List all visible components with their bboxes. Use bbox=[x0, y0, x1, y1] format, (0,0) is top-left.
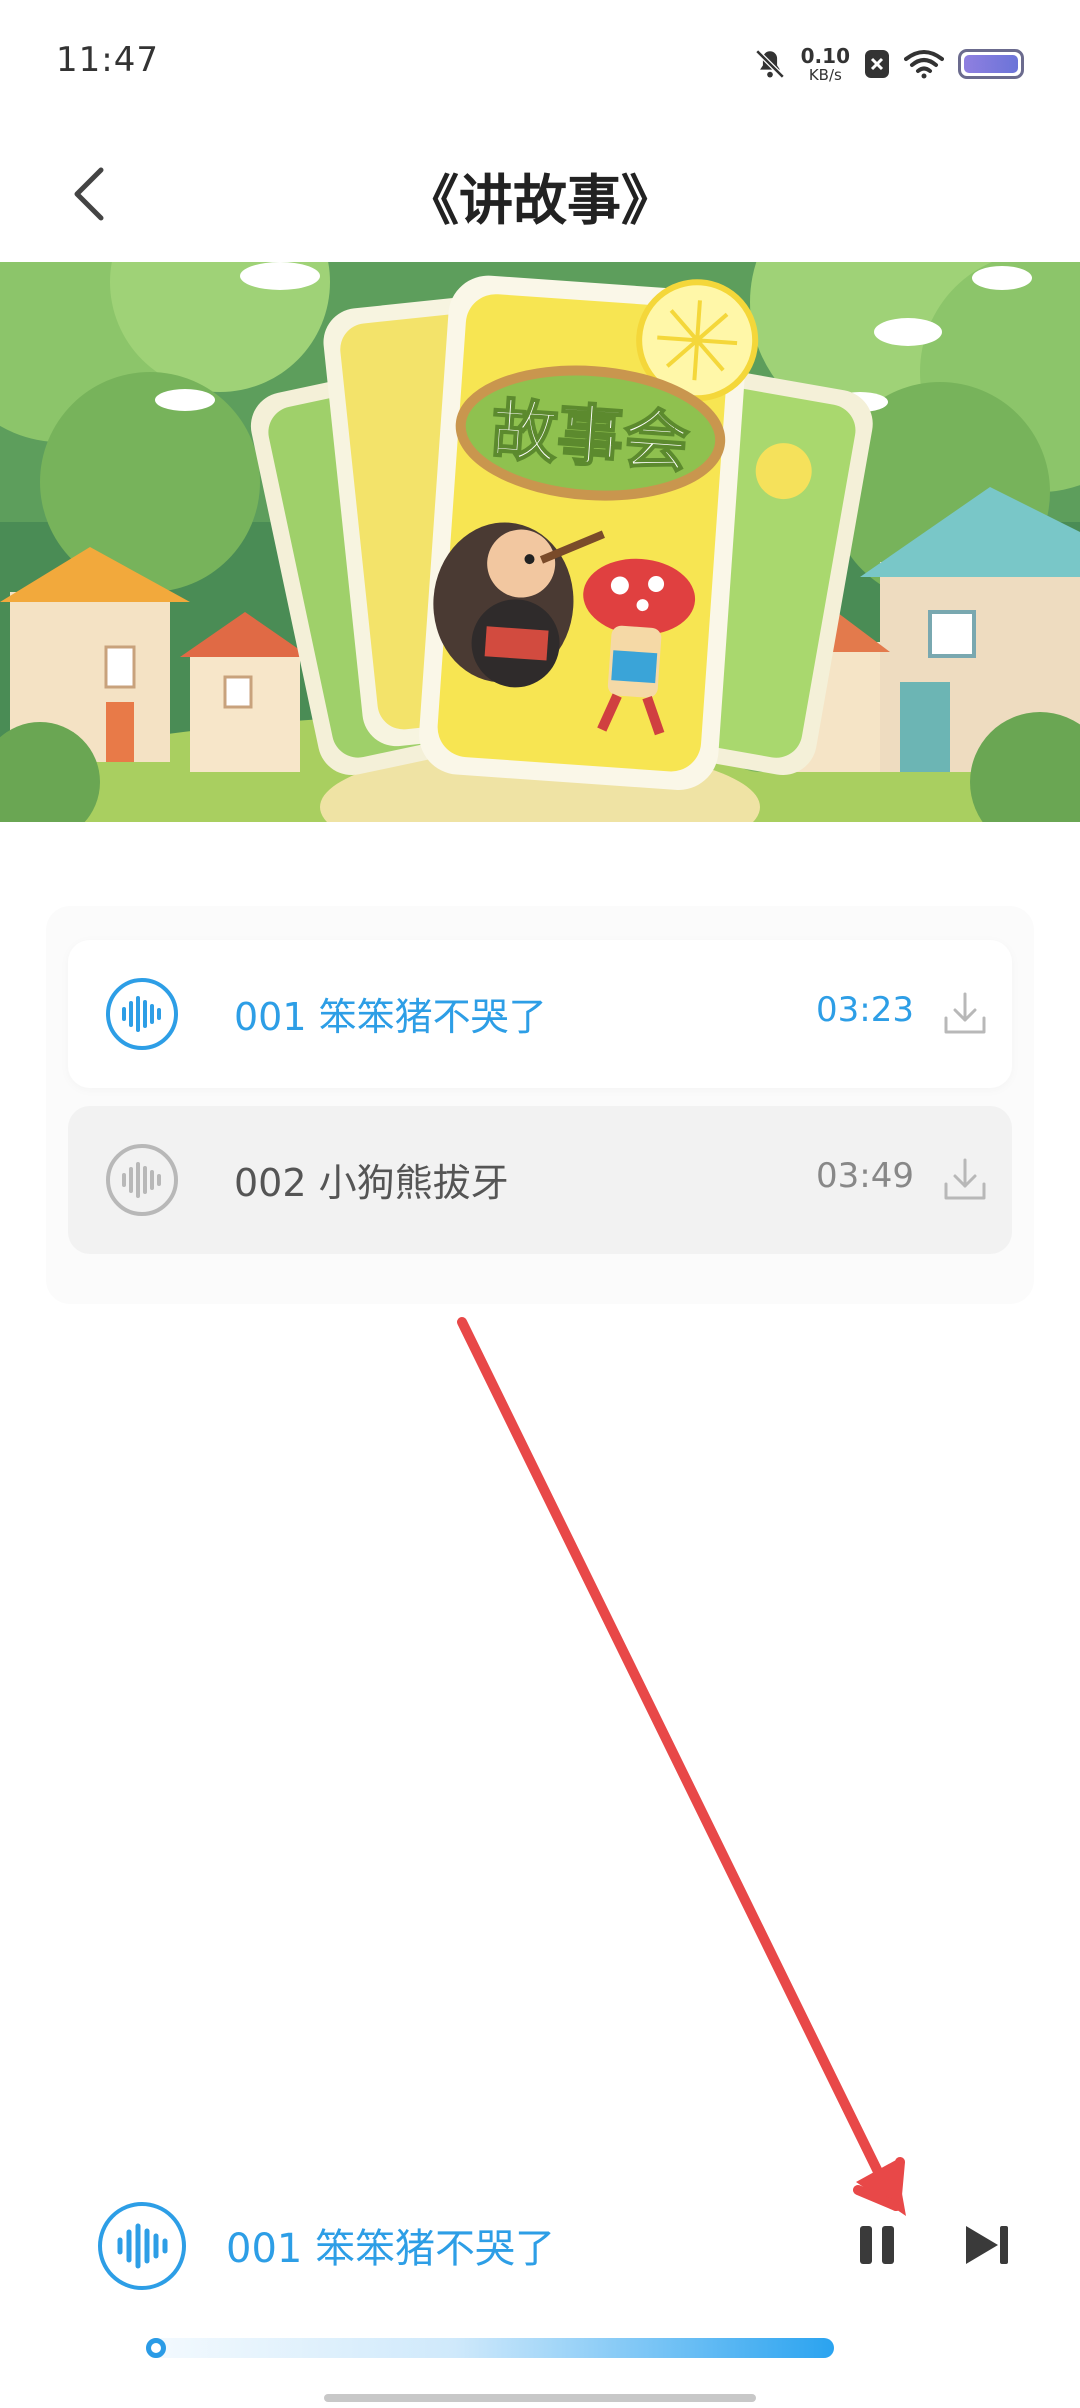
track-item-1[interactable]: 001 笨笨猪不哭了 03:23 bbox=[68, 940, 1012, 1088]
status-time: 11:47 bbox=[56, 40, 159, 80]
battery-icon bbox=[958, 49, 1024, 79]
audio-wave-icon bbox=[106, 1144, 178, 1216]
page-title: 《讲故事》 bbox=[405, 169, 675, 232]
audio-wave-icon bbox=[98, 2202, 186, 2290]
status-bar: 11:47 0.10 KB/s bbox=[0, 0, 1080, 126]
home-indicator[interactable] bbox=[324, 2394, 756, 2402]
track-item-2[interactable]: 002 小狗熊拔牙 03:49 bbox=[68, 1106, 1012, 1254]
track-title: 001 笨笨猪不哭了 bbox=[234, 995, 547, 1039]
network-speed: 0.10 KB/s bbox=[801, 46, 850, 83]
banner-illustration: 故事会 bbox=[0, 262, 1080, 822]
track-list: 001 笨笨猪不哭了 03:23 002 小狗熊拔牙 03:49 bbox=[46, 906, 1034, 1304]
header: 《讲故事》 bbox=[0, 126, 1080, 262]
sim-blocked-icon bbox=[865, 50, 889, 78]
bell-muted-icon bbox=[755, 49, 785, 79]
network-speed-unit: KB/s bbox=[808, 65, 842, 84]
story-banner: 故事会 bbox=[0, 262, 1080, 822]
pause-button[interactable] bbox=[850, 2214, 906, 2276]
progress-knob[interactable] bbox=[146, 2338, 166, 2358]
track-duration: 03:23 bbox=[816, 990, 914, 1030]
now-playing-title: 001 笨笨猪不哭了 bbox=[226, 2226, 556, 2272]
banner-sign-text: 故事会 bbox=[489, 391, 692, 482]
status-icons: 0.10 KB/s bbox=[753, 42, 1024, 86]
pause-icon bbox=[860, 2226, 894, 2264]
network-speed-value: 0.10 bbox=[800, 43, 850, 68]
progress-bar[interactable] bbox=[146, 2338, 834, 2358]
track-duration: 03:49 bbox=[816, 1156, 914, 1196]
track-title: 002 小狗熊拔牙 bbox=[234, 1161, 509, 1205]
mini-player: 001 笨笨猪不哭了 bbox=[0, 2180, 1080, 2380]
wifi-icon bbox=[904, 50, 944, 79]
next-track-button[interactable] bbox=[958, 2214, 1018, 2276]
audio-wave-icon bbox=[106, 978, 178, 1050]
download-icon[interactable] bbox=[940, 1154, 990, 1204]
next-track-icon bbox=[966, 2226, 1008, 2264]
download-icon[interactable] bbox=[940, 988, 990, 1038]
